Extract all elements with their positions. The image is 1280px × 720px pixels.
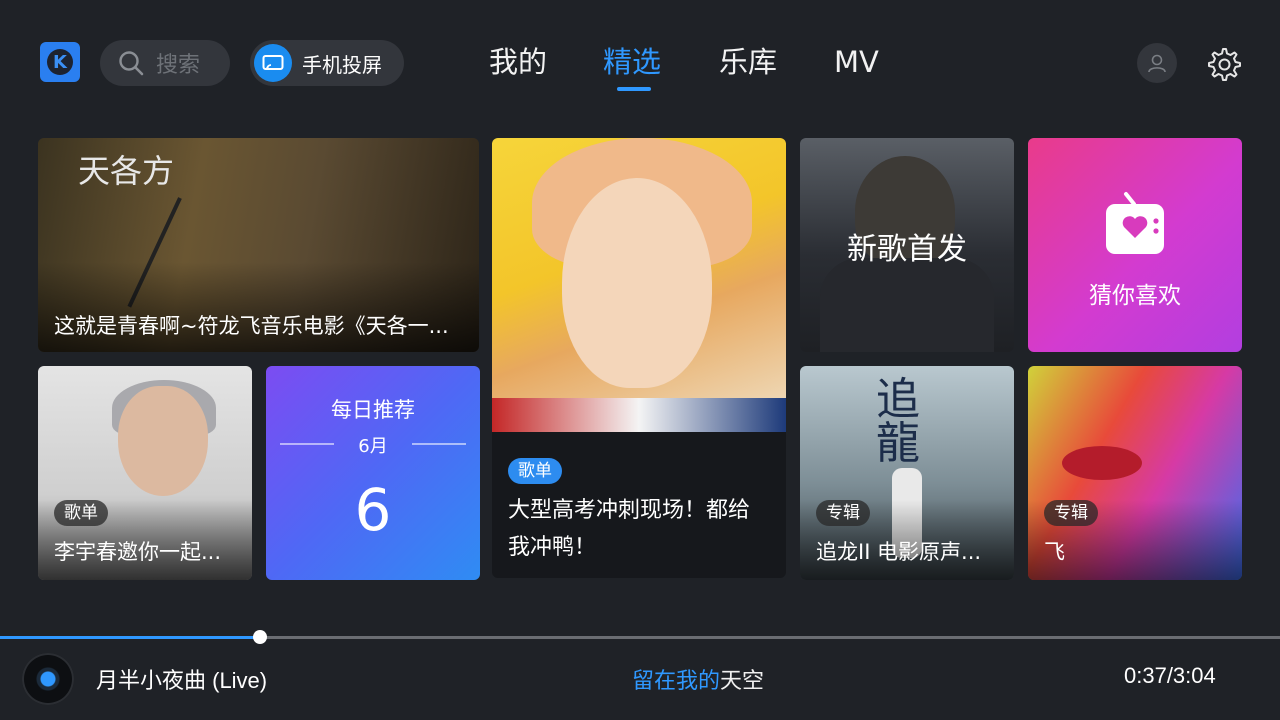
card-new-songs[interactable]: 新歌首发	[800, 138, 1014, 352]
lyric-unsung: 天空	[720, 669, 765, 694]
album-art-text: 追龍	[876, 374, 920, 469]
progress-fill	[0, 636, 260, 639]
settings-gear-icon[interactable]	[1205, 46, 1241, 82]
playback-time: 0:37/3:04	[1124, 663, 1216, 688]
card-title: 这就是青春啊~符龙飞音乐电影《天各一...	[54, 314, 449, 338]
manga-face	[562, 178, 712, 388]
singer-face	[118, 386, 208, 496]
search-placeholder: 搜索	[156, 53, 201, 78]
card-album-fei[interactable]: 专辑 飞	[1028, 366, 1242, 580]
search-button[interactable]: 搜索	[100, 40, 230, 86]
cast-label: 手机投屏	[302, 52, 382, 77]
card-title: 每日推荐	[331, 398, 415, 422]
vinyl-disc-icon[interactable]	[22, 653, 74, 705]
current-lyric: 留在我的天空	[632, 663, 764, 695]
card-playlist-liyuchun[interactable]: 歌单 李宇春邀你一起...	[38, 366, 252, 580]
tab-featured[interactable]: 精选	[603, 40, 661, 84]
now-playing-title: 月半小夜曲 (Live)	[96, 668, 268, 693]
card-guess-you-like[interactable]: 猜你喜欢	[1028, 138, 1242, 352]
date-month: 6月	[358, 436, 388, 457]
card-daily-recommend[interactable]: 每日推荐 6月 6	[266, 366, 480, 580]
tab-mine[interactable]: 我的	[489, 40, 547, 84]
manga-jacket	[492, 398, 786, 432]
user-avatar-button[interactable]	[1137, 43, 1177, 83]
playlist-badge: 歌单	[54, 500, 108, 526]
app-logo[interactable]: K	[40, 42, 80, 82]
logo-letter: K	[47, 49, 73, 75]
album-badge: 专辑	[1044, 500, 1098, 526]
card-cover-art	[492, 138, 786, 432]
lyric-sung: 留在我的	[632, 669, 721, 694]
card-label: 猜你喜欢	[1089, 283, 1181, 309]
tab-library[interactable]: 乐库	[719, 40, 777, 84]
radio-heart-icon	[1106, 192, 1164, 254]
playlist-badge: 歌单	[508, 458, 562, 484]
card-fulongfei-movie[interactable]: 天各方 这就是青春啊~符龙飞音乐电影《天各一...	[38, 138, 479, 352]
search-icon	[119, 51, 144, 76]
user-icon	[1148, 54, 1166, 73]
screen-cast-icon	[254, 44, 292, 82]
progress-thumb[interactable]	[252, 630, 267, 644]
active-tab-indicator	[617, 87, 651, 91]
card-description: 大型高考冲刺现场！都给我冲鸭！	[508, 498, 751, 560]
divider-right	[412, 443, 466, 445]
card-title: 追龙II 电影原声...	[816, 540, 982, 564]
cast-button[interactable]: 手机投屏	[250, 40, 404, 86]
singer-suit	[820, 258, 994, 352]
date-day: 6	[354, 476, 392, 544]
card-title: 李宇春邀你一起...	[54, 540, 222, 564]
card-label: 新歌首发	[847, 232, 967, 267]
album-lips-art	[1062, 446, 1142, 480]
card-album-chasing-dragon[interactable]: 追龍 专辑 追龙II 电影原声...	[800, 366, 1014, 580]
card-playlist-gaokao[interactable]: 歌单 大型高考冲刺现场！都给我冲鸭！	[492, 138, 786, 578]
card-title: 飞	[1044, 540, 1065, 564]
tab-mv[interactable]: MV	[834, 40, 879, 84]
album-badge: 专辑	[816, 500, 870, 526]
card-art-text: 天各方	[78, 152, 175, 190]
